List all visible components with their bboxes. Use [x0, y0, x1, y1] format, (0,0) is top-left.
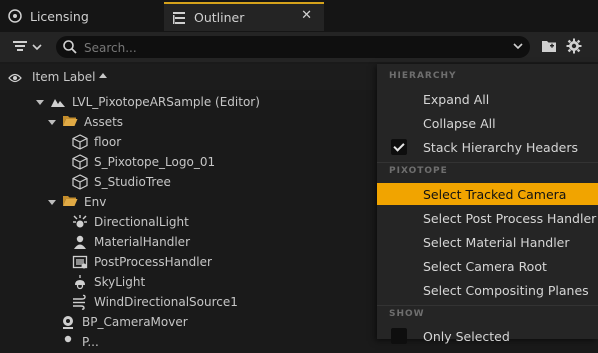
tree-item-label: LVL_PixotopeARSample (Editor)	[72, 95, 260, 109]
filter-icon	[12, 39, 28, 56]
tree-item-label: S_Pixotope_Logo_01	[94, 155, 216, 169]
tab-outliner[interactable]: Outliner ✕	[164, 2, 324, 31]
chevron-down-icon	[32, 40, 42, 54]
tree-item-actor[interactable]: P...	[60, 332, 99, 352]
tree-item-folder[interactable]: Assets	[48, 112, 123, 132]
settings-icon[interactable]	[566, 38, 582, 57]
tree-item-level[interactable]: LVL_PixotopeARSample (Editor)	[36, 92, 260, 112]
item-label-header[interactable]: Item Label	[32, 70, 96, 84]
expand-arrow-icon[interactable]	[36, 99, 44, 105]
folder-open-icon	[62, 114, 78, 130]
tree-item-folder[interactable]: Env	[48, 192, 106, 212]
static-mesh-icon	[72, 154, 88, 170]
checkbox-checked[interactable]	[391, 139, 407, 155]
tree-item-label: Assets	[84, 115, 124, 129]
sort-ascending-icon	[99, 73, 107, 78]
tree-item-label: DirectionalLight	[94, 215, 189, 229]
tree-item-label: PostProcessHandler	[94, 255, 212, 269]
tree-item-label: WindDirectionalSource1	[94, 295, 238, 309]
tab-bar: Licensing Outliner ✕	[0, 0, 598, 32]
outliner-toolbar	[0, 32, 598, 62]
static-mesh-icon	[72, 174, 88, 190]
search-input[interactable]	[82, 38, 486, 58]
menu-item-label: Select Compositing Planes	[423, 282, 589, 298]
expand-arrow-icon[interactable]	[48, 199, 56, 205]
search-box[interactable]	[56, 36, 530, 58]
static-mesh-icon	[72, 134, 88, 150]
tree-item-label: Env	[84, 195, 107, 209]
tab-label: Licensing	[30, 8, 89, 24]
menu-item-label: Collapse All	[423, 115, 496, 131]
search-icon	[62, 39, 78, 58]
level-icon	[50, 94, 66, 110]
eye-icon[interactable]	[8, 72, 22, 86]
tree-item-label: floor	[94, 135, 122, 149]
camera-mover-icon	[60, 314, 76, 330]
tree-item-actor[interactable]: WindDirectionalSource1	[72, 292, 238, 312]
tree-item-label: BP_CameraMover	[82, 315, 188, 329]
section-header-show: SHOW	[389, 309, 425, 319]
menu-item-expand-all[interactable]: Expand All	[377, 88, 598, 110]
menu-item-select-camera-root[interactable]: Select Camera Root	[377, 255, 598, 277]
outliner-tree: LVL_PixotopeARSample (Editor) Assets flo…	[0, 92, 380, 349]
outliner-settings-menu: HIERARCHY Expand All Collapse All Stack …	[377, 64, 598, 344]
tree-item-mesh[interactable]: floor	[72, 132, 121, 152]
tree-item-label: P...	[82, 335, 99, 349]
menu-item-select-tracked-camera[interactable]: Select Tracked Camera	[377, 183, 598, 205]
expand-arrow-icon[interactable]	[48, 119, 56, 125]
tree-item-actor[interactable]: PostProcessHandler	[72, 252, 212, 272]
folder-open-icon	[62, 194, 78, 210]
tree-item-actor[interactable]: BP_CameraMover	[60, 312, 188, 332]
directional-light-icon	[72, 214, 88, 230]
section-header-hierarchy: HIERARCHY	[389, 71, 457, 81]
filter-button[interactable]	[12, 38, 46, 56]
post-process-icon	[72, 254, 88, 270]
menu-item-select-post-process-handler[interactable]: Select Post Process Handler	[377, 207, 598, 229]
checkbox-unchecked[interactable]	[391, 328, 407, 344]
tree-item-actor[interactable]: MaterialHandler	[72, 232, 190, 252]
tree-item-label: SkyLight	[94, 275, 146, 289]
tab-licensing[interactable]: Licensing	[0, 4, 160, 28]
menu-item-label: Only Selected	[423, 328, 510, 344]
tree-item-actor[interactable]: DirectionalLight	[72, 212, 189, 232]
skylight-icon	[72, 274, 88, 290]
tab-label: Outliner	[194, 10, 245, 25]
menu-divider	[377, 162, 598, 163]
menu-item-collapse-all[interactable]: Collapse All	[377, 112, 598, 134]
actor-icon	[60, 334, 76, 350]
menu-item-select-compositing-planes[interactable]: Select Compositing Planes	[377, 279, 598, 301]
outliner-icon	[172, 11, 186, 25]
menu-item-only-selected[interactable]: Only Selected	[377, 325, 598, 347]
chevron-down-icon[interactable]	[512, 40, 524, 55]
tree-item-label: S_StudioTree	[94, 175, 171, 189]
menu-item-label: Select Post Process Handler	[423, 210, 597, 226]
section-header-pixotope: PIXOTOPE	[389, 166, 448, 176]
tree-item-mesh[interactable]: S_StudioTree	[72, 172, 171, 192]
menu-divider	[377, 305, 598, 306]
tree-item-label: MaterialHandler	[94, 235, 190, 249]
menu-item-label: Select Material Handler	[423, 234, 570, 250]
wind-icon	[72, 294, 88, 310]
menu-item-label: Stack Hierarchy Headers	[423, 139, 578, 155]
menu-item-label: Select Tracked Camera	[423, 186, 567, 202]
licensing-icon	[8, 9, 22, 23]
tree-item-actor[interactable]: SkyLight	[72, 272, 145, 292]
actor-icon	[72, 234, 88, 250]
menu-item-label: Expand All	[423, 91, 490, 107]
menu-item-select-material-handler[interactable]: Select Material Handler	[377, 231, 598, 253]
close-icon[interactable]: ✕	[301, 8, 312, 23]
menu-item-label: Select Camera Root	[423, 258, 547, 274]
tree-item-mesh[interactable]: S_Pixotope_Logo_01	[72, 152, 215, 172]
add-folder-icon[interactable]	[541, 39, 557, 56]
menu-item-stack-hierarchy-headers[interactable]: Stack Hierarchy Headers	[377, 136, 598, 158]
